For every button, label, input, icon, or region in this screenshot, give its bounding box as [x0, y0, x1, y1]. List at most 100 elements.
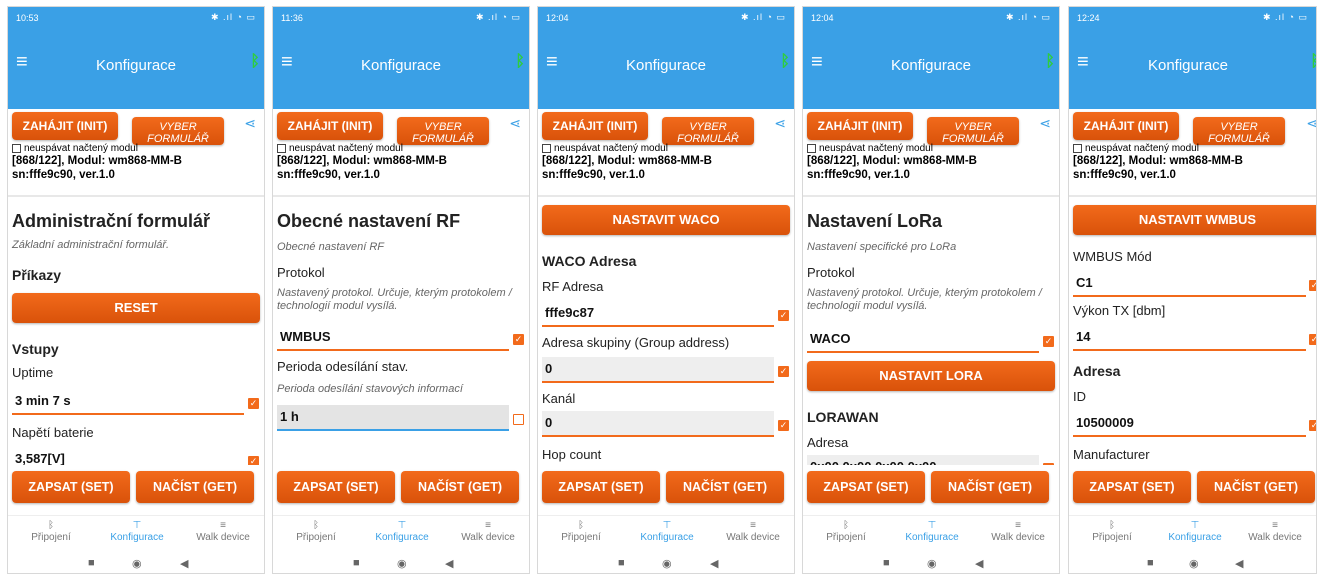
field-label: Výkon TX [dbm]	[1073, 303, 1166, 318]
checkbox-icon[interactable]	[1073, 144, 1082, 153]
keep-awake-checkbox[interactable]: neuspávat načtený modul	[277, 143, 527, 154]
checkbox-checked-icon[interactable]: ✓	[248, 398, 259, 409]
set-button[interactable]: ZAPSAT (SET)	[542, 471, 660, 503]
home-icon[interactable]: ◉	[397, 557, 407, 570]
period-field[interactable]: 1 h	[277, 405, 509, 431]
checkbox-icon[interactable]	[12, 144, 21, 153]
nav-konfigurace[interactable]: ⊤ Konfigurace	[624, 520, 710, 543]
status-bar: 12:04 ✱ .ıl ◔ ▭	[538, 7, 794, 29]
get-button[interactable]: NAČÍST (GET)	[1197, 471, 1315, 503]
nav-pripojeni[interactable]: ᛒ Připojení	[803, 520, 889, 543]
share-icon[interactable]: ⋖	[1039, 115, 1051, 132]
checkbox-checked-icon[interactable]: ✓	[778, 310, 789, 321]
back-icon[interactable]: ◀	[180, 557, 188, 570]
home-icon[interactable]: ◉	[132, 557, 142, 570]
id-field[interactable]: 10500009	[1073, 411, 1306, 437]
recents-icon[interactable]: ■	[88, 557, 95, 569]
init-button[interactable]: ZAHÁJIT (INIT)	[542, 112, 648, 140]
nav-walk-device[interactable]: ≡ Walk device	[180, 520, 264, 543]
select-form-button[interactable]: VYBER FORMULÁŘ	[927, 117, 1019, 145]
battery-voltage-field[interactable]: 3,587[V]	[12, 447, 244, 465]
nav-konfigurace[interactable]: ⊤ Konfigurace	[1152, 520, 1238, 543]
nav-walk-device[interactable]: ≡ Walk device	[445, 520, 529, 543]
app-title: Konfigurace	[625, 57, 707, 74]
checkbox-checked-icon[interactable]: ✓	[778, 366, 789, 377]
group-address-field[interactable]: 0	[542, 357, 774, 383]
checkbox-icon[interactable]	[807, 144, 816, 153]
checkbox-icon[interactable]	[542, 144, 551, 153]
get-button[interactable]: NAČÍST (GET)	[136, 471, 254, 503]
init-button[interactable]: ZAHÁJIT (INIT)	[277, 112, 383, 140]
checkbox-checked-icon[interactable]: ✓	[1309, 334, 1316, 345]
set-button[interactable]: ZAPSAT (SET)	[807, 471, 925, 503]
nav-konfigurace[interactable]: ⊤ Konfigurace	[889, 520, 975, 543]
nav-konfigurace[interactable]: ⊤ Konfigurace	[359, 520, 445, 543]
init-button[interactable]: ZAHÁJIT (INIT)	[807, 112, 913, 140]
get-button[interactable]: NAČÍST (GET)	[931, 471, 1049, 503]
init-button[interactable]: ZAHÁJIT (INIT)	[1073, 112, 1179, 140]
set-button[interactable]: ZAPSAT (SET)	[277, 471, 395, 503]
keep-awake-checkbox[interactable]: neuspávat načtený modul	[1073, 143, 1316, 154]
back-icon[interactable]: ◀	[710, 557, 718, 570]
back-icon[interactable]: ◀	[1235, 557, 1243, 570]
home-icon[interactable]: ◉	[662, 557, 672, 570]
screenshot-strip: 10:53 ✱ .ıl ◔ ▭ ≡ Konfigurace ᛒ ZAHÁJIT (…	[0, 0, 1317, 576]
lora-address-field[interactable]: 0x00 0x00 0x00 0x00	[807, 455, 1039, 465]
nav-pripojeni[interactable]: ᛒ Připojení	[273, 520, 359, 543]
home-icon[interactable]: ◉	[1189, 557, 1199, 570]
protocol-field[interactable]: WACO	[807, 327, 1039, 353]
rf-address-field[interactable]: fffe9c87	[542, 301, 774, 327]
share-icon[interactable]: ⋖	[774, 115, 786, 132]
checkbox-checked-icon[interactable]: ✓	[513, 334, 524, 345]
checkbox-checked-icon[interactable]: ✓	[778, 420, 789, 431]
nav-walk-device[interactable]: ≡ Walk device	[975, 520, 1059, 543]
nav-label: Připojení	[1092, 532, 1132, 543]
nav-pripojeni[interactable]: ᛒ Připojení	[8, 520, 94, 543]
get-button[interactable]: NAČÍST (GET)	[401, 471, 519, 503]
select-form-button[interactable]: VYBER FORMULÁŘ	[132, 117, 224, 145]
keep-awake-checkbox[interactable]: neuspávat načtený modul	[807, 143, 1057, 154]
recents-icon[interactable]: ■	[618, 557, 625, 569]
share-icon[interactable]: ⋖	[1306, 115, 1316, 132]
wmbus-mode-field[interactable]: C1	[1073, 271, 1306, 297]
recents-icon[interactable]: ■	[883, 557, 890, 569]
checkbox-empty-icon[interactable]	[513, 414, 524, 425]
share-icon[interactable]: ⋖	[509, 115, 521, 132]
set-wmbus-button[interactable]: NASTAVIT WMBUS	[1073, 205, 1316, 235]
checkbox-checked-icon[interactable]: ✓	[1309, 280, 1316, 291]
select-form-button[interactable]: VYBER FORMULÁŘ	[662, 117, 754, 145]
get-button[interactable]: NAČÍST (GET)	[666, 471, 784, 503]
select-form-button[interactable]: VYBER FORMULÁŘ	[397, 117, 489, 145]
top-buttons: ZAHÁJIT (INIT) VYBER FORMULÁŘ ⋖	[803, 109, 1059, 145]
checkbox-checked-icon[interactable]: ✓	[1309, 420, 1316, 431]
select-form-button[interactable]: VYBER FORMULÁŘ	[1193, 117, 1285, 145]
keep-awake-checkbox[interactable]: neuspávat načtený modul	[542, 143, 792, 154]
nav-pripojeni[interactable]: ᛒ Připojení	[538, 520, 624, 543]
tx-power-field[interactable]: 14	[1073, 325, 1306, 351]
keep-awake-checkbox[interactable]: neuspávat načtený modul	[12, 143, 262, 154]
share-icon[interactable]: ⋖	[244, 115, 256, 132]
back-icon[interactable]: ◀	[975, 557, 983, 570]
nav-konfigurace[interactable]: ⊤ Konfigurace	[94, 520, 180, 543]
home-icon[interactable]: ◉	[927, 557, 937, 570]
init-button[interactable]: ZAHÁJIT (INIT)	[12, 112, 118, 140]
recents-icon[interactable]: ■	[1147, 557, 1154, 569]
set-lora-button[interactable]: NASTAVIT LORA	[807, 361, 1055, 391]
channel-field[interactable]: 0	[542, 411, 774, 437]
protocol-field[interactable]: WMBUS	[277, 325, 509, 351]
uptime-field[interactable]: 3 min 7 s	[12, 389, 244, 415]
checkbox-checked-icon[interactable]: ✓	[248, 456, 259, 465]
nav-pripojeni[interactable]: ᛒ Připojení	[1069, 520, 1155, 543]
set-button[interactable]: ZAPSAT (SET)	[12, 471, 130, 503]
nav-walk-device[interactable]: ≡ Walk device	[710, 520, 794, 543]
reset-button[interactable]: RESET	[12, 293, 260, 323]
checkbox-icon[interactable]	[277, 144, 286, 153]
recents-icon[interactable]: ■	[353, 557, 360, 569]
checkbox-checked-icon[interactable]: ✓	[1043, 463, 1054, 465]
set-waco-button[interactable]: NASTAVIT WACO	[542, 205, 790, 235]
set-button[interactable]: ZAPSAT (SET)	[1073, 471, 1191, 503]
field-label: WMBUS Mód	[1073, 249, 1152, 264]
back-icon[interactable]: ◀	[445, 557, 453, 570]
nav-walk-device[interactable]: ≡ Walk device	[1232, 520, 1316, 543]
checkbox-checked-icon[interactable]: ✓	[1043, 336, 1054, 347]
